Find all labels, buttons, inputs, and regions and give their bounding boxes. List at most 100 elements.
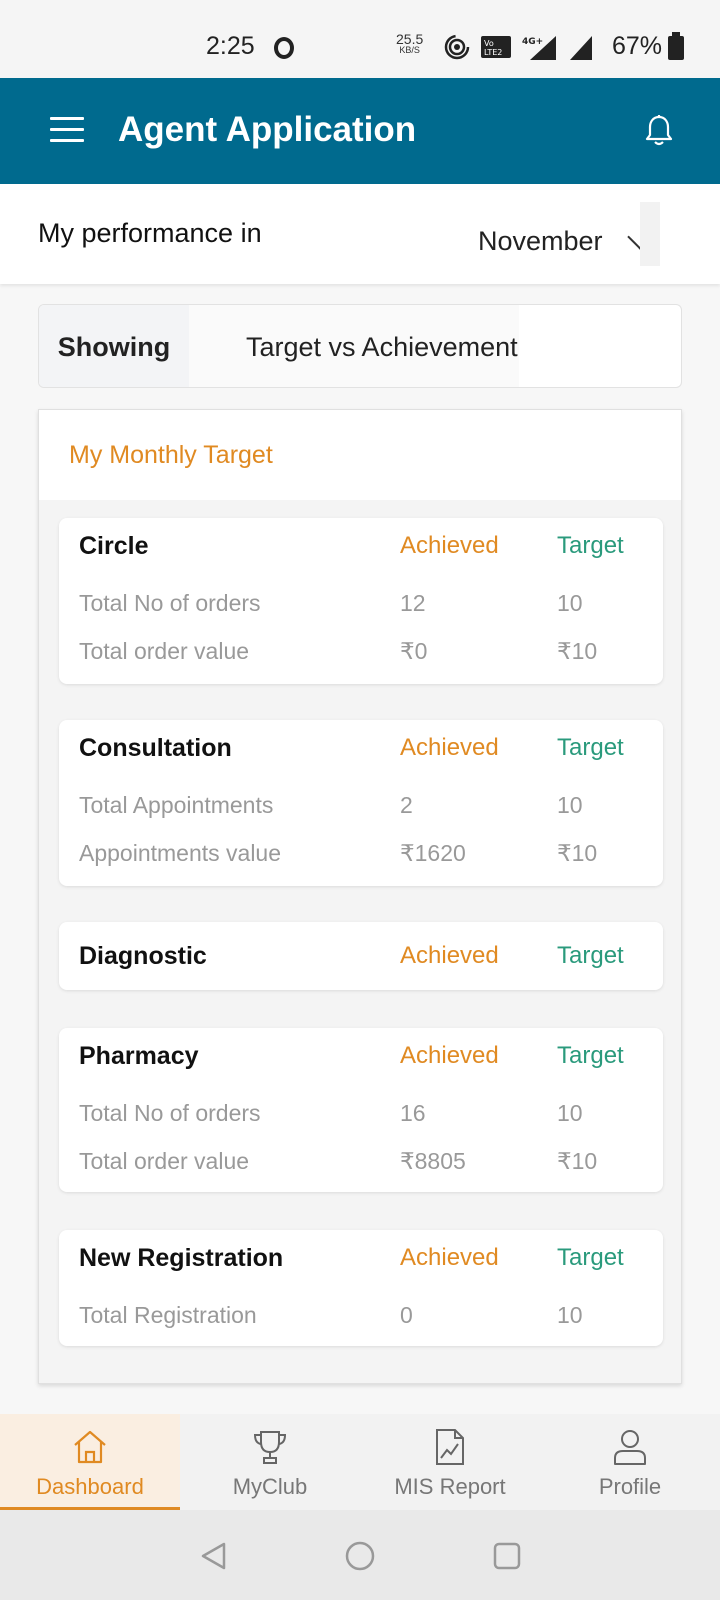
metric-row: Total No of orders 16 10: [59, 1088, 663, 1136]
nav-label: MyClub: [232, 1474, 308, 1499]
achieved-header: Achieved: [400, 1042, 499, 1069]
network-speed-value: 25.5: [396, 31, 424, 47]
showing-selector: Showing Target vs Achievement: [38, 304, 682, 388]
hamburger-menu-icon[interactable]: [50, 117, 84, 143]
metric-row: Total order value ₹0 ₹10: [59, 626, 663, 674]
metric-label: Total order value: [79, 1148, 250, 1174]
bottom-navigation: Dashboard MyClub MIS Report Profile: [0, 1414, 720, 1510]
target-header: Target: [557, 532, 624, 559]
card-title: New Registration: [79, 1244, 284, 1272]
monthly-target-title: My Monthly Target: [39, 410, 681, 500]
hotspot-icon: [444, 34, 470, 60]
report-chart-icon: [436, 1429, 464, 1465]
performance-bar: My performance in November: [0, 184, 720, 284]
home-circle-icon[interactable]: [344, 1540, 376, 1572]
metric-row: Total No of orders 12 10: [59, 578, 663, 626]
nav-myclub[interactable]: MyClub: [180, 1414, 360, 1510]
achieved-value: ₹8805: [400, 1148, 466, 1174]
metric-label: Total No of orders: [79, 590, 261, 616]
signal-4g-icon: 4G+: [522, 36, 556, 60]
achieved-value: 12: [400, 590, 426, 616]
target-value: 10: [557, 792, 583, 818]
metric-label: Appointments value: [79, 840, 282, 866]
metric-row: Total Appointments 2 10: [59, 780, 663, 828]
metric-label: Total Registration: [79, 1302, 257, 1328]
achieved-header: Achieved: [400, 734, 499, 761]
performance-label: My performance in: [38, 218, 262, 248]
metric-label: Total No of orders: [79, 1100, 261, 1126]
battery-icon: [668, 32, 684, 60]
trophy-icon: [253, 1431, 287, 1464]
target-card-new-registration: New Registration Achieved Target Total R…: [59, 1230, 663, 1346]
app-title: Agent Application: [118, 110, 417, 149]
home-icon: [74, 1430, 106, 1464]
card-title: Diagnostic: [79, 942, 207, 970]
app-bar: Agent Application: [0, 78, 720, 184]
achieved-value: 2: [400, 792, 413, 818]
user-icon: [614, 1430, 646, 1465]
recents-square-icon[interactable]: [491, 1540, 523, 1572]
achieved-header: Achieved: [400, 532, 499, 559]
monthly-target-panel: My Monthly Target Circle Achieved Target…: [38, 409, 682, 1384]
target-value: ₹10: [557, 840, 598, 866]
card-title: Circle: [79, 532, 149, 560]
target-card-pharmacy: Pharmacy Achieved Target Total No of ord…: [59, 1028, 663, 1192]
back-triangle-icon[interactable]: [198, 1540, 230, 1572]
month-dropdown[interactable]: November: [478, 223, 653, 257]
target-value: 10: [557, 1100, 583, 1126]
target-header: Target: [557, 734, 624, 761]
card-title: Consultation: [79, 734, 232, 762]
month-dropdown-value: November: [478, 226, 603, 256]
metric-label: Total order value: [79, 638, 250, 664]
bell-icon[interactable]: [644, 114, 674, 148]
dropdown-edge: [640, 202, 660, 266]
nav-mis-report[interactable]: MIS Report: [360, 1414, 540, 1510]
target-value: 10: [557, 1302, 583, 1328]
volte-icon: VoLTE2: [481, 36, 511, 58]
status-icons: Vo LTE2 4G+: [444, 34, 594, 60]
target-value: 10: [557, 590, 583, 616]
achieved-value: ₹0: [400, 638, 428, 664]
showing-value-dropdown[interactable]: Target vs Achievement: [189, 305, 519, 387]
svg-text:4G+: 4G+: [522, 37, 543, 47]
achieved-value: 0: [400, 1302, 413, 1328]
system-navigation-bar: [0, 1510, 720, 1600]
metric-row: Appointments value ₹1620 ₹10: [59, 828, 663, 876]
card-header: Circle Achieved Target: [59, 518, 663, 578]
achieved-value: 16: [400, 1100, 426, 1126]
svg-text:Vo: Vo: [484, 39, 494, 48]
card-title: Pharmacy: [79, 1042, 199, 1070]
card-header: Consultation Achieved Target: [59, 720, 663, 780]
card-header: New Registration Achieved Target: [59, 1230, 663, 1290]
network-speed-unit: KB/S: [399, 45, 420, 55]
target-value: ₹10: [557, 638, 598, 664]
target-header: Target: [557, 1042, 624, 1069]
metric-row: Total Registration 0 10: [59, 1290, 663, 1338]
signal-icon: [570, 36, 592, 60]
achieved-header: Achieved: [400, 942, 499, 969]
target-value: ₹10: [557, 1148, 598, 1174]
status-bar: 2:25 25.5 KB/S Vo LTE2 4G+ 67%: [0, 0, 720, 78]
nav-label: MIS Report: [394, 1474, 506, 1499]
status-time: 2:25: [206, 32, 255, 60]
card-header: Pharmacy Achieved Target: [59, 1028, 663, 1088]
achieved-header: Achieved: [400, 1244, 499, 1271]
metric-label: Total Appointments: [79, 792, 274, 818]
target-card-consultation: Consultation Achieved Target Total Appoi…: [59, 720, 663, 886]
target-header: Target: [557, 942, 624, 969]
nav-profile[interactable]: Profile: [540, 1414, 720, 1510]
target-header: Target: [557, 1244, 624, 1271]
target-card-diagnostic: Diagnostic Achieved Target: [59, 922, 663, 990]
card-header: Diagnostic Achieved Target: [59, 922, 663, 990]
showing-label: Showing: [39, 305, 189, 387]
target-card-circle: Circle Achieved Target Total No of order…: [59, 518, 663, 684]
nav-dashboard[interactable]: Dashboard: [0, 1414, 180, 1510]
battery-percent: 67%: [612, 32, 663, 60]
svg-text:LTE2: LTE2: [484, 48, 502, 57]
nav-label: Dashboard: [36, 1474, 144, 1499]
achieved-value: ₹1620: [400, 840, 466, 866]
metric-row: Total order value ₹8805 ₹10: [59, 1136, 663, 1184]
status-app-icon: [274, 37, 294, 59]
network-speed: 25.5 KB/S: [396, 31, 424, 56]
nav-label: Profile: [598, 1474, 662, 1499]
